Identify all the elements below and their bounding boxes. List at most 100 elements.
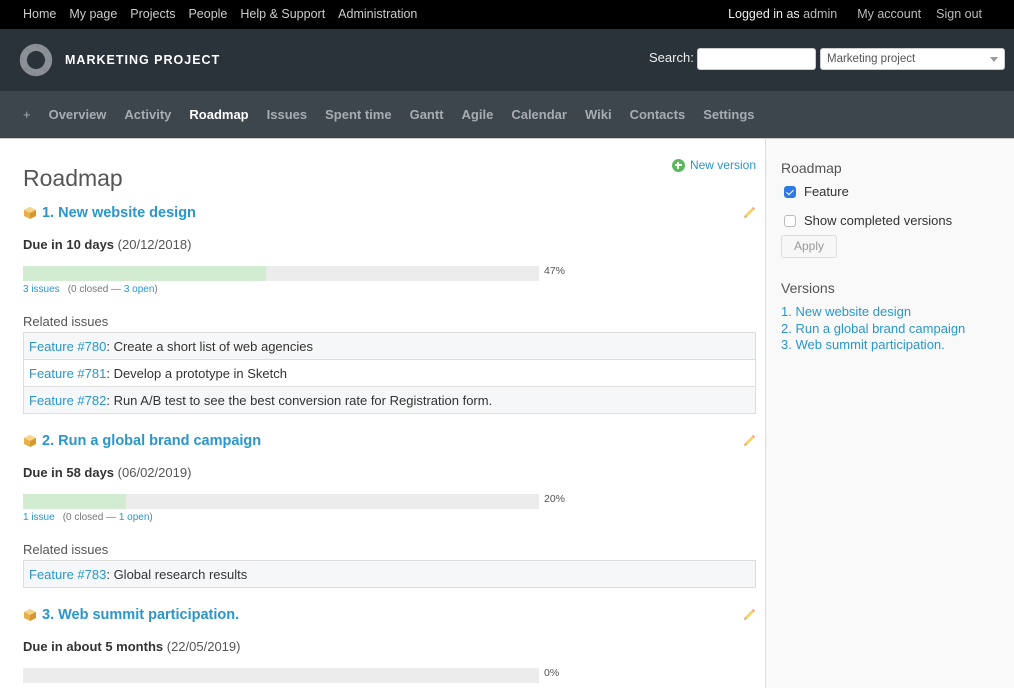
version-due: Due in 10 days (20/12/2018) [23, 237, 191, 252]
top-link-home[interactable]: Home [23, 7, 56, 21]
issue-subject: : Develop a prototype in Sketch [106, 365, 288, 381]
page-title: Roadmap [23, 165, 123, 191]
package-icon [24, 609, 36, 621]
related-issues-label: Related issues [23, 314, 109, 329]
tab-activity[interactable]: Activity [124, 107, 171, 122]
issue-link[interactable]: Feature #781 [29, 366, 106, 381]
tab-gantt[interactable]: Gantt [410, 107, 444, 122]
progress-percent: 47% [544, 265, 566, 277]
issue-link[interactable]: Feature #782 [29, 393, 106, 408]
open-count-link[interactable]: 1 open [119, 512, 150, 523]
due-date: (22/05/2019) [166, 639, 241, 654]
version-block: 1. New website design Due in 10 days (20… [23, 205, 756, 425]
apply-button[interactable]: Apply [781, 235, 837, 258]
related-issue-row: Feature #781: Develop a prototype in Ske… [23, 359, 756, 387]
tab-contacts[interactable]: Contacts [630, 107, 686, 122]
project-select-value: Marketing project [827, 53, 916, 65]
feature-tracker-checkbox[interactable]: Feature [784, 184, 849, 199]
issues-count-link[interactable]: 3 issues [23, 284, 60, 295]
open-count-link[interactable]: 3 open [124, 284, 155, 295]
sidebar-version-link[interactable]: 2. Run a global brand campaign [781, 321, 965, 336]
new-version-link[interactable]: New version [671, 158, 756, 172]
version-title: 3. Web summit participation. [42, 607, 240, 623]
project-jump-select[interactable]: Marketing project [820, 48, 1005, 70]
related-issue-cell: Feature #780: Create a short list of web… [23, 332, 756, 360]
sidebar: Roadmap Feature Show completed versions … [765, 139, 1014, 688]
top-link-help-support[interactable]: Help & Support [240, 7, 325, 21]
header: MARKETING PROJECT Search: Marketing proj… [0, 29, 1014, 91]
progress-percent: 0% [544, 667, 560, 679]
version-title-link[interactable]: 3. Web summit participation. [23, 607, 239, 623]
closed-count: (0 closed — [67, 284, 122, 295]
issues-count-link[interactable]: 1 issue [23, 512, 55, 523]
issue-counts: 1 issue (0 closed — 1 open) [23, 512, 153, 523]
sign-out-link[interactable]: Sign out [936, 7, 982, 21]
close-paren: ) [149, 512, 153, 523]
show-completed-label: Show completed versions [804, 213, 953, 228]
tab-calendar[interactable]: Calendar [511, 107, 567, 122]
issue-subject: : Run A/B test to see the best conversio… [106, 392, 493, 408]
issue-subject: : Create a short list of web agencies [106, 338, 314, 354]
issue-counts: 3 issues (0 closed — 3 open) [23, 284, 158, 295]
new-object-plus-button[interactable]: + [23, 107, 31, 122]
progress-percent: 20% [544, 493, 566, 505]
version-due: Due in about 5 months (22/05/2019) [23, 639, 240, 654]
tab-settings[interactable]: Settings [703, 107, 754, 122]
pencil-edit-icon[interactable] [742, 608, 756, 622]
chevron-down-icon [990, 57, 998, 62]
top-link-administration[interactable]: Administration [338, 7, 417, 21]
add-icon [671, 158, 685, 172]
due-label: Due in 10 days [23, 237, 115, 252]
tab-issues[interactable]: Issues [267, 107, 307, 122]
package-icon [24, 435, 36, 447]
related-issues-table: Feature #783: Global research results [23, 560, 756, 588]
progress-bar [23, 266, 539, 281]
pencil-edit-icon[interactable] [742, 206, 756, 220]
user-link[interactable]: admin [803, 7, 837, 21]
related-issues-label: Related issues [23, 542, 109, 557]
related-issue-cell: Feature #782: Run A/B test to see the be… [23, 386, 756, 414]
related-issue-row: Feature #782: Run A/B test to see the be… [23, 386, 756, 414]
show-completed-checkbox[interactable]: Show completed versions [784, 213, 952, 228]
version-title: 1. New website design [42, 205, 196, 221]
top-link-my-page[interactable]: My page [69, 7, 117, 21]
checkbox-unchecked-icon[interactable] [784, 214, 796, 227]
version-title: 2. Run a global brand campaign [42, 433, 262, 449]
issue-subject: : Global research results [106, 566, 248, 582]
sidebar-version-item: 2. Run a global brand campaign [781, 321, 965, 338]
logged-in-as: Logged in as admin [728, 7, 837, 21]
sidebar-version-link[interactable]: 3. Web summit participation. [781, 337, 945, 352]
version-title-link[interactable]: 2. Run a global brand campaign [23, 433, 261, 449]
due-date: (20/12/2018) [117, 237, 192, 252]
package-icon [24, 207, 36, 219]
tab-roadmap[interactable]: Roadmap [189, 107, 248, 122]
checkbox-checked-icon[interactable] [784, 185, 796, 198]
pencil-edit-icon[interactable] [742, 434, 756, 448]
tab-overview[interactable]: Overview [49, 107, 107, 122]
version-title-link[interactable]: 1. New website design [23, 205, 196, 221]
issue-link[interactable]: Feature #780 [29, 339, 106, 354]
project-title: MARKETING PROJECT [65, 53, 221, 67]
closed-count: (0 closed — [62, 512, 117, 523]
top-link-people[interactable]: People [188, 7, 227, 21]
search-input[interactable] [697, 48, 816, 70]
sidebar-version-item: 1. New website design [781, 304, 965, 321]
search-label: Search: [649, 50, 694, 65]
related-issues-table: Feature #780: Create a short list of web… [23, 332, 756, 414]
related-issue-row: Feature #780: Create a short list of web… [23, 332, 756, 360]
tab-spent-time[interactable]: Spent time [325, 107, 391, 122]
sidebar-version-link[interactable]: 1. New website design [781, 304, 911, 319]
sidebar-versions-list: 1. New website design 2. Run a global br… [781, 304, 965, 354]
related-issue-cell: Feature #783: Global research results [23, 560, 756, 588]
my-account-link[interactable]: My account [857, 7, 921, 21]
feature-label: Feature [804, 184, 849, 199]
progress-fill [23, 266, 266, 281]
tab-wiki[interactable]: Wiki [585, 107, 612, 122]
new-version-label: New version [689, 158, 756, 172]
progress-bar [23, 494, 539, 509]
top-link-projects[interactable]: Projects [130, 7, 175, 21]
issue-link[interactable]: Feature #783 [29, 567, 106, 582]
due-date: (06/02/2019) [117, 465, 192, 480]
tab-agile[interactable]: Agile [462, 107, 494, 122]
progress-fill [23, 494, 127, 509]
